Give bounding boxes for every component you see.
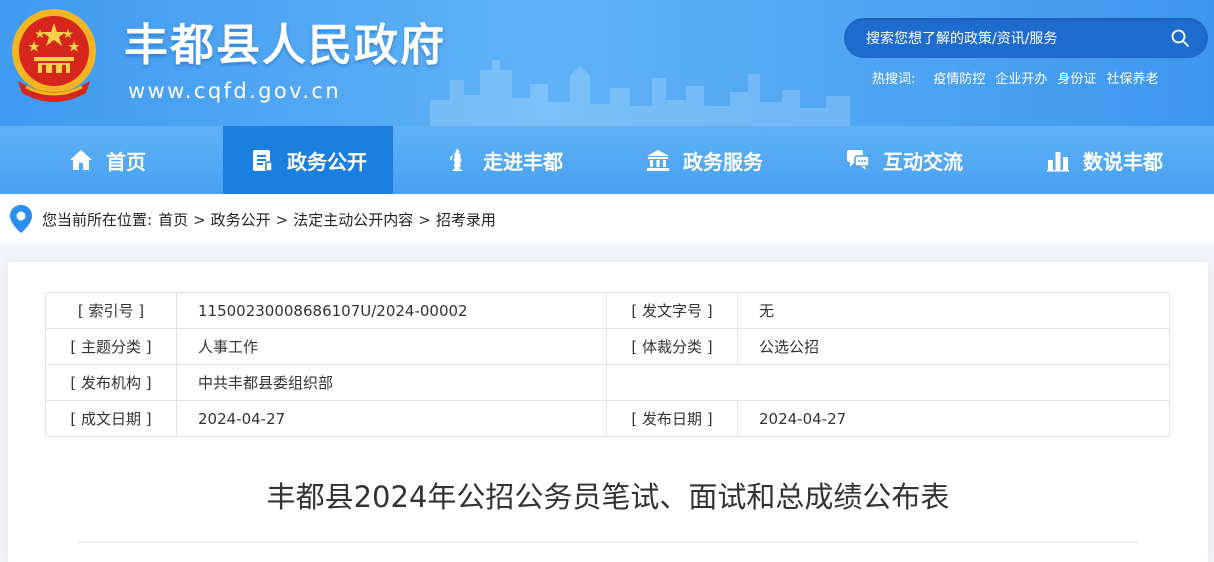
- nav-item-government-services[interactable]: 政务服务: [645, 126, 763, 194]
- table-row: [ 索引号 ] 11500230008686107U/2024-00002 [ …: [45, 292, 1170, 329]
- chat-icon: [847, 150, 870, 170]
- meta-key: [ 主题分类 ]: [45, 328, 177, 365]
- hot-search-label: 热搜词:: [872, 72, 916, 87]
- breadcrumb-separator: >: [193, 210, 206, 229]
- table-row: [ 成文日期 ] 2024-04-27 [ 发布日期 ] 2024-04-27: [45, 400, 1170, 437]
- meta-value: 公选公招: [737, 328, 1170, 365]
- search-bar: [844, 18, 1208, 60]
- landmark-statue-icon: [450, 149, 463, 171]
- meta-key: [ 体裁分类 ]: [606, 328, 738, 365]
- breadcrumb: 您当前所在位置: 首页 > 政务公开 > 法定主动公开内容 > 招考录用: [0, 194, 1214, 244]
- breadcrumb-separator: >: [275, 210, 289, 229]
- national-emblem-icon: [12, 9, 96, 102]
- meta-value: 无: [737, 292, 1170, 329]
- table-row: [ 发布机构 ] 中共丰都县委组织部: [45, 364, 1170, 401]
- main-nav: 首页 政务公开 走进丰都 政务服务 互动交流 数说丰都: [0, 126, 1214, 194]
- government-building-icon: [647, 150, 669, 171]
- meta-key: [ 成文日期 ]: [45, 400, 177, 437]
- meta-value: 2024-04-27: [737, 400, 1170, 437]
- hot-word-link[interactable]: 社保养老: [1106, 71, 1158, 89]
- location-pin-icon: [10, 205, 32, 233]
- nav-item-interaction[interactable]: 互动交流: [845, 126, 963, 194]
- nav-item-label: 政务公开: [287, 149, 367, 174]
- table-row: [ 主题分类 ] 人事工作 [ 体裁分类 ] 公选公招: [45, 328, 1170, 365]
- breadcrumb-link-home[interactable]: 首页: [158, 209, 188, 230]
- breadcrumb-link-statutory-disclosure[interactable]: 法定主动公开内容: [293, 209, 413, 230]
- nav-item-label: 走进丰都: [483, 149, 563, 174]
- meta-key: [ 发文字号 ]: [606, 292, 738, 329]
- breadcrumb-link-recruitment[interactable]: 招考录用: [436, 209, 496, 230]
- hot-search-words: 热搜词: 疫情防控 企业开办 身份证 社保养老: [872, 71, 1158, 89]
- document-title: 丰都县2024年公招公务员笔试、面试和总成绩公布表: [266, 480, 950, 514]
- nav-item-label: 数说丰都: [1083, 149, 1163, 174]
- search-icon[interactable]: [1170, 28, 1190, 48]
- search-input[interactable]: [864, 18, 1168, 60]
- document-icon: [253, 150, 273, 172]
- breadcrumb-separator: >: [418, 210, 431, 229]
- nav-item-label: 首页: [106, 149, 146, 174]
- home-icon: [70, 150, 92, 170]
- meta-key: [ 发布日期 ]: [606, 400, 738, 437]
- title-divider: [78, 542, 1138, 543]
- meta-key: [ 发布机构 ]: [45, 364, 177, 401]
- skyline-decoration: [430, 60, 850, 126]
- nav-item-label: 互动交流: [883, 149, 963, 174]
- site-url[interactable]: www.cqfd.gov.cn: [128, 78, 341, 104]
- hot-word-link[interactable]: 疫情防控: [933, 71, 985, 89]
- nav-item-label: 政务服务: [683, 149, 763, 174]
- nav-item-government-affairs[interactable]: 政务公开: [223, 126, 393, 194]
- nav-item-data-fengdu[interactable]: 数说丰都: [1045, 126, 1163, 194]
- breadcrumb-prefix: 您当前所在位置:: [42, 211, 153, 229]
- bar-chart-icon: [1047, 152, 1069, 172]
- article-panel: [ 索引号 ] 11500230008686107U/2024-00002 [ …: [8, 262, 1208, 562]
- document-meta-table: [ 索引号 ] 11500230008686107U/2024-00002 [ …: [45, 292, 1170, 437]
- breadcrumb-trail: 您当前所在位置: 首页 > 政务公开 > 法定主动公开内容 > 招考录用: [42, 209, 496, 230]
- site-header: 丰都县人民政府 www.cqfd.gov.cn 热搜词: 疫情防控 企业开办 身…: [0, 0, 1214, 126]
- meta-value: 11500230008686107U/2024-00002: [176, 292, 607, 329]
- breadcrumb-link-government-affairs[interactable]: 政务公开: [211, 209, 271, 230]
- meta-key: [ 索引号 ]: [45, 292, 177, 329]
- site-title[interactable]: 丰都县人民政府: [124, 20, 446, 72]
- hot-word-link[interactable]: 身份证: [1057, 71, 1096, 89]
- nav-item-home[interactable]: 首页: [68, 126, 146, 194]
- hot-word-link[interactable]: 企业开办: [995, 71, 1047, 89]
- meta-empty-cell: [606, 364, 1170, 401]
- meta-value: 人事工作: [176, 328, 607, 365]
- nav-item-about-fengdu[interactable]: 走进丰都: [445, 126, 563, 194]
- meta-value: 中共丰都县委组织部: [176, 364, 607, 401]
- meta-value: 2024-04-27: [176, 400, 607, 437]
